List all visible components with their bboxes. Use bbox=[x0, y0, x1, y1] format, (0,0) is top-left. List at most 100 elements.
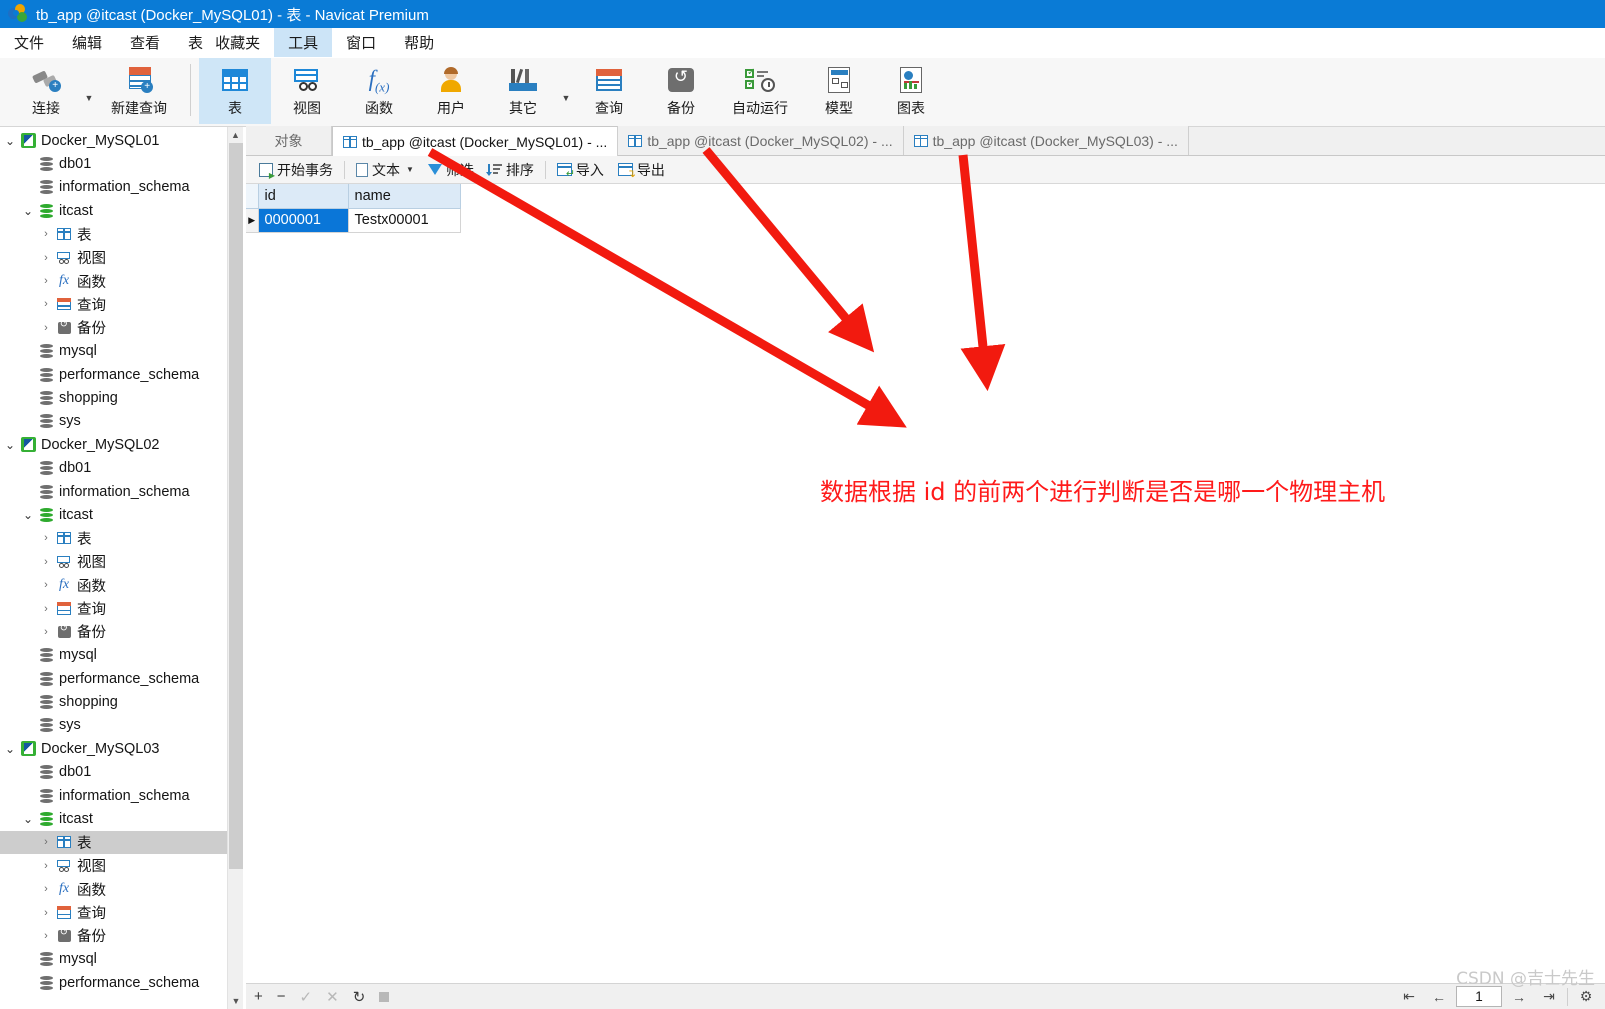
export-button[interactable]: 导出 bbox=[611, 159, 672, 181]
tree-node[interactable]: › 查询 bbox=[0, 293, 227, 316]
tree-node[interactable]: › fx 函数 bbox=[0, 573, 227, 596]
chevron-right-icon[interactable]: › bbox=[38, 603, 54, 615]
tree-node[interactable]: › 备份 bbox=[0, 620, 227, 643]
tree-node[interactable]: › 视图 bbox=[0, 550, 227, 573]
table-row[interactable]: ▶ 0000001 Testx00001 bbox=[246, 208, 461, 233]
chevron-down-icon[interactable]: ⌄ bbox=[20, 508, 36, 522]
column-header-id[interactable]: id bbox=[258, 184, 349, 209]
tree-node[interactable]: mysql bbox=[0, 644, 227, 667]
tree-node[interactable]: › 表 bbox=[0, 830, 227, 855]
cell-id[interactable]: 0000001 bbox=[258, 208, 349, 233]
tree-node[interactable]: db01 bbox=[0, 152, 227, 175]
chevron-right-icon[interactable]: › bbox=[38, 322, 54, 334]
chevron-right-icon[interactable]: › bbox=[38, 836, 54, 848]
tree-node[interactable]: ⌄ Docker_MySQL02 bbox=[0, 433, 227, 456]
scroll-up-icon[interactable]: ▲ bbox=[228, 127, 243, 143]
apply-changes-button[interactable]: ✓ bbox=[300, 988, 313, 1006]
cell-name[interactable]: Testx00001 bbox=[348, 208, 461, 233]
first-record-button[interactable]: ⇤ bbox=[1394, 984, 1424, 1009]
chevron-right-icon[interactable]: › bbox=[38, 228, 54, 240]
sidebar-scrollbar[interactable]: ▲ ▼ bbox=[227, 127, 243, 1009]
add-record-button[interactable]: + bbox=[254, 988, 263, 1005]
chevron-right-icon[interactable]: › bbox=[38, 860, 54, 872]
connection-tree[interactable]: ⌄ Docker_MySQL01 db01 information_schema ⌄ it… bbox=[0, 127, 227, 1009]
scrollbar-thumb[interactable] bbox=[229, 143, 243, 869]
chevron-right-icon[interactable]: › bbox=[38, 556, 54, 568]
ribbon-user-button[interactable]: 用户 bbox=[415, 58, 487, 124]
tree-node[interactable]: ⌄ itcast bbox=[0, 199, 227, 222]
other-dropdown-caret-icon[interactable]: ▼ bbox=[559, 58, 573, 124]
chevron-down-icon[interactable]: ⌄ bbox=[2, 134, 18, 148]
chevron-down-icon[interactable]: ⌄ bbox=[20, 812, 36, 826]
chevron-right-icon[interactable]: › bbox=[38, 252, 54, 264]
menu-item-file[interactable]: 文件 bbox=[0, 28, 58, 57]
tree-node[interactable]: ⌄ Docker_MySQL03 bbox=[0, 737, 227, 760]
menu-item-edit[interactable]: 编辑 bbox=[58, 28, 116, 57]
chevron-right-icon[interactable]: › bbox=[38, 579, 54, 591]
menu-item-window[interactable]: 窗口 bbox=[332, 28, 390, 57]
import-button[interactable]: 导入 bbox=[550, 159, 611, 181]
chevron-right-icon[interactable]: › bbox=[38, 883, 54, 895]
tree-node[interactable]: mysql bbox=[0, 948, 227, 971]
menu-item-tools[interactable]: 工具 bbox=[274, 28, 333, 57]
ribbon-connection-button[interactable]: + 连接 bbox=[10, 58, 82, 124]
ribbon-view-button[interactable]: 视图 bbox=[271, 58, 343, 124]
sort-button[interactable]: 排序 bbox=[481, 159, 541, 181]
chevron-down-icon[interactable]: ⌄ bbox=[20, 204, 36, 218]
tab-objects[interactable]: 对象 bbox=[246, 126, 332, 155]
current-record-input[interactable]: 1 bbox=[1456, 986, 1502, 1007]
menu-item-favorites[interactable]: 收藏夹 bbox=[209, 28, 274, 57]
menu-item-table[interactable]: 表 bbox=[174, 28, 209, 57]
tree-node[interactable]: ⌄ Docker_MySQL01 bbox=[0, 129, 227, 152]
tree-node[interactable]: ⌄ itcast bbox=[0, 503, 227, 526]
begin-transaction-button[interactable]: 开始事务 bbox=[252, 159, 340, 181]
tree-node[interactable]: mysql bbox=[0, 340, 227, 363]
tree-node[interactable]: › fx 函数 bbox=[0, 878, 227, 901]
tree-node[interactable]: shopping bbox=[0, 690, 227, 713]
menu-item-view[interactable]: 查看 bbox=[116, 28, 174, 57]
tree-node[interactable]: › 查询 bbox=[0, 597, 227, 620]
tree-node[interactable]: › 表 bbox=[0, 223, 227, 246]
tree-node[interactable]: › fx 函数 bbox=[0, 269, 227, 292]
tree-node[interactable]: performance_schema bbox=[0, 363, 227, 386]
tree-node[interactable]: › 表 bbox=[0, 527, 227, 550]
ribbon-model-button[interactable]: 模型 bbox=[803, 58, 875, 124]
tab-tb-app-mysql03[interactable]: tb_app @itcast (Docker_MySQL03) - ... bbox=[903, 126, 1189, 155]
tree-node[interactable]: › 备份 bbox=[0, 924, 227, 947]
tab-tb-app-mysql02[interactable]: tb_app @itcast (Docker_MySQL02) - ... bbox=[618, 126, 904, 155]
tree-node[interactable]: information_schema bbox=[0, 480, 227, 503]
ribbon-function-button[interactable]: f(x) 函数 bbox=[343, 58, 415, 124]
menu-item-help[interactable]: 帮助 bbox=[390, 28, 448, 57]
ribbon-other-button[interactable]: 其它 bbox=[487, 58, 559, 124]
filter-button[interactable]: 筛选 bbox=[421, 159, 481, 181]
tree-node[interactable]: information_schema bbox=[0, 784, 227, 807]
scroll-down-icon[interactable]: ▼ bbox=[228, 993, 244, 1009]
ribbon-new-query-button[interactable]: + 新建查询 bbox=[96, 58, 182, 124]
tree-node[interactable]: performance_schema bbox=[0, 667, 227, 690]
tree-node[interactable]: › 视图 bbox=[0, 246, 227, 269]
cancel-changes-button[interactable]: ✕ bbox=[326, 988, 339, 1006]
chevron-right-icon[interactable]: › bbox=[38, 907, 54, 919]
ribbon-query-button[interactable]: 查询 bbox=[573, 58, 645, 124]
tab-tb-app-mysql01[interactable]: tb_app @itcast (Docker_MySQL01) - ... bbox=[332, 126, 619, 156]
data-grid[interactable]: id name ▶ 0000001 Testx00001 bbox=[246, 184, 461, 233]
ribbon-automation-button[interactable]: 自动运行 bbox=[717, 58, 803, 124]
connection-dropdown-caret-icon[interactable]: ▼ bbox=[82, 58, 96, 124]
text-button[interactable]: 文本 ▼ bbox=[349, 159, 421, 181]
column-header-name[interactable]: name bbox=[348, 184, 461, 209]
tree-node[interactable]: ⌄ itcast bbox=[0, 807, 227, 830]
chevron-right-icon[interactable]: › bbox=[38, 930, 54, 942]
tree-node[interactable]: shopping bbox=[0, 386, 227, 409]
tree-node[interactable]: sys bbox=[0, 714, 227, 737]
tree-node[interactable]: db01 bbox=[0, 456, 227, 479]
tree-node[interactable]: › 备份 bbox=[0, 316, 227, 339]
previous-record-button[interactable]: ← bbox=[1424, 984, 1454, 1009]
chevron-right-icon[interactable]: › bbox=[38, 532, 54, 544]
chevron-right-icon[interactable]: › bbox=[38, 275, 54, 287]
delete-record-button[interactable]: − bbox=[277, 988, 286, 1005]
chevron-right-icon[interactable]: › bbox=[38, 626, 54, 638]
ribbon-backup-button[interactable]: 备份 bbox=[645, 58, 717, 124]
chevron-down-icon[interactable]: ⌄ bbox=[2, 438, 18, 452]
tree-node[interactable]: db01 bbox=[0, 761, 227, 784]
tree-node[interactable]: information_schema bbox=[0, 176, 227, 199]
